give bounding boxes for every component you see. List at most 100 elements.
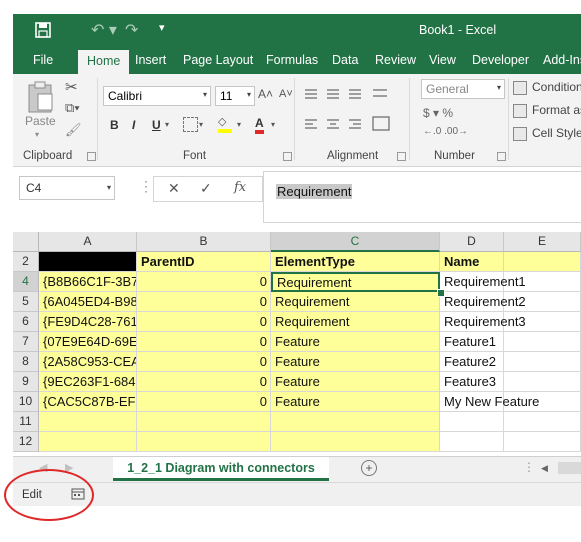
horizontal-scrollbar[interactable] xyxy=(558,462,581,474)
table-cell[interactable]: Name xyxy=(440,252,504,272)
table-cell[interactable]: {07E9E64D-69EE xyxy=(39,332,137,352)
number-launcher-icon[interactable] xyxy=(497,152,506,161)
table-cell[interactable]: Feature xyxy=(271,392,440,412)
customize-qat-icon[interactable]: ▾ xyxy=(159,21,165,34)
borders-icon[interactable] xyxy=(183,117,198,132)
table-cell[interactable]: 0 xyxy=(137,372,271,392)
redo-icon[interactable]: ↷ xyxy=(125,20,138,40)
column-header-a[interactable]: A xyxy=(39,232,137,252)
tab-page-layout[interactable]: Page Layout xyxy=(183,53,253,67)
table-cell[interactable]: {CAC5C87B-EF7 xyxy=(39,392,137,412)
alignment-launcher-icon[interactable] xyxy=(397,152,406,161)
table-cell[interactable] xyxy=(504,332,581,352)
table-cell[interactable]: {6A045ED4-B980 xyxy=(39,292,137,312)
table-cell[interactable]: {B8B66C1F-3B7D xyxy=(39,272,137,292)
column-header-d[interactable]: D xyxy=(440,232,504,252)
enter-icon[interactable]: ✓ xyxy=(200,180,212,197)
table-cell[interactable]: Requirement xyxy=(271,312,440,332)
font-color-button[interactable]: A xyxy=(255,116,264,134)
table-cell[interactable]: Requirement xyxy=(271,292,440,312)
table-cell[interactable] xyxy=(39,252,137,272)
table-cell[interactable] xyxy=(39,432,137,452)
table-cell[interactable]: 0 xyxy=(137,312,271,332)
table-cell[interactable]: 0 xyxy=(137,332,271,352)
table-cell[interactable]: 0 xyxy=(137,392,271,412)
row-header[interactable]: 11 xyxy=(13,412,39,432)
column-header-e[interactable]: E xyxy=(504,232,581,252)
fill-color-icon[interactable]: ◇ xyxy=(218,115,232,133)
table-cell[interactable]: Requirement2 xyxy=(440,292,526,312)
tab-add-ins[interactable]: Add-Ins xyxy=(543,53,581,67)
number-format-select[interactable]: General ▾ xyxy=(421,79,505,99)
tab-view[interactable]: View xyxy=(429,53,456,67)
bold-button[interactable]: B xyxy=(110,118,119,132)
cut-icon[interactable]: ✂ xyxy=(65,78,78,96)
row-header[interactable]: 4 xyxy=(13,272,39,292)
format-as-table-button[interactable]: Format as xyxy=(513,103,581,118)
table-cell[interactable] xyxy=(504,312,581,332)
table-cell[interactable] xyxy=(39,412,137,432)
row-header[interactable]: 6 xyxy=(13,312,39,332)
table-cell[interactable] xyxy=(271,432,440,452)
table-cell[interactable]: Feature xyxy=(271,372,440,392)
column-header-c[interactable]: C xyxy=(271,232,440,252)
paste-label[interactable]: Paste xyxy=(25,114,56,128)
tab-home[interactable]: Home xyxy=(78,50,130,74)
table-cell[interactable] xyxy=(271,412,440,432)
tab-file[interactable]: File xyxy=(33,53,53,67)
table-cell[interactable]: My New Feature xyxy=(440,392,539,412)
table-cell[interactable] xyxy=(440,432,504,452)
fill-handle[interactable] xyxy=(437,289,445,297)
row-header[interactable]: 5 xyxy=(13,292,39,312)
table-cell[interactable]: Feature xyxy=(271,352,440,372)
clipboard-launcher-icon[interactable] xyxy=(87,152,96,161)
insert-function-icon[interactable]: fx xyxy=(234,180,246,195)
table-cell[interactable] xyxy=(504,272,581,292)
row-header[interactable]: 2 xyxy=(13,252,39,272)
italic-button[interactable]: I xyxy=(132,118,135,132)
tab-split-handle[interactable]: ⋮ xyxy=(523,460,535,474)
column-header-b[interactable]: B xyxy=(137,232,271,252)
underline-dropdown-icon[interactable]: ▾ xyxy=(165,120,169,129)
table-cell[interactable] xyxy=(137,432,271,452)
cell-styles-button[interactable]: Cell Style xyxy=(513,126,581,141)
underline-button[interactable]: U xyxy=(152,118,161,132)
table-cell[interactable] xyxy=(504,292,581,312)
row-header[interactable]: 10 xyxy=(13,392,39,412)
table-cell[interactable] xyxy=(504,432,581,452)
table-cell[interactable]: Feature2 xyxy=(440,352,504,372)
tab-developer[interactable]: Developer xyxy=(472,53,529,67)
decimal-icons[interactable]: ←.0 .00→ xyxy=(423,126,468,137)
shrink-font-icon[interactable]: A˅ xyxy=(279,88,293,100)
save-icon[interactable] xyxy=(33,20,53,40)
table-cell[interactable]: Feature xyxy=(271,332,440,352)
paste-icon[interactable] xyxy=(26,80,56,114)
row-header[interactable]: 7 xyxy=(13,332,39,352)
table-cell[interactable]: ParentID xyxy=(137,252,271,272)
cancel-icon[interactable]: ✕ xyxy=(168,180,180,197)
table-cell[interactable] xyxy=(504,412,581,432)
name-box[interactable]: C4 ▾ xyxy=(19,176,115,200)
new-sheet-icon[interactable]: + xyxy=(361,460,377,476)
conditional-formatting-button[interactable]: Condition xyxy=(513,80,581,95)
table-cell[interactable] xyxy=(137,412,271,432)
grow-font-icon[interactable]: A˄ xyxy=(258,87,273,101)
table-cell[interactable]: {9EC263F1-684B xyxy=(39,372,137,392)
font-launcher-icon[interactable] xyxy=(283,152,292,161)
row-header[interactable]: 8 xyxy=(13,352,39,372)
paste-dropdown-icon[interactable]: ▾ xyxy=(35,130,39,139)
table-cell[interactable]: 0 xyxy=(137,272,271,292)
tab-formulas[interactable]: Formulas xyxy=(266,53,318,67)
currency-format-icon[interactable]: $ ▾ % xyxy=(423,106,453,120)
fill-color-dropdown-icon[interactable]: ▾ xyxy=(237,120,241,129)
table-cell[interactable] xyxy=(440,412,504,432)
table-cell[interactable]: Feature1 xyxy=(440,332,504,352)
table-cell[interactable]: {2A58C953-CEA xyxy=(39,352,137,372)
table-cell[interactable]: 0 xyxy=(137,352,271,372)
tab-data[interactable]: Data xyxy=(332,53,358,67)
undo-icon[interactable]: ↶ ▾ xyxy=(91,20,117,40)
table-cell[interactable]: Requirement1 xyxy=(440,272,526,292)
formula-input[interactable]: Requirement xyxy=(263,171,581,223)
table-cell[interactable] xyxy=(504,352,581,372)
table-cell[interactable]: ElementType xyxy=(271,252,440,272)
